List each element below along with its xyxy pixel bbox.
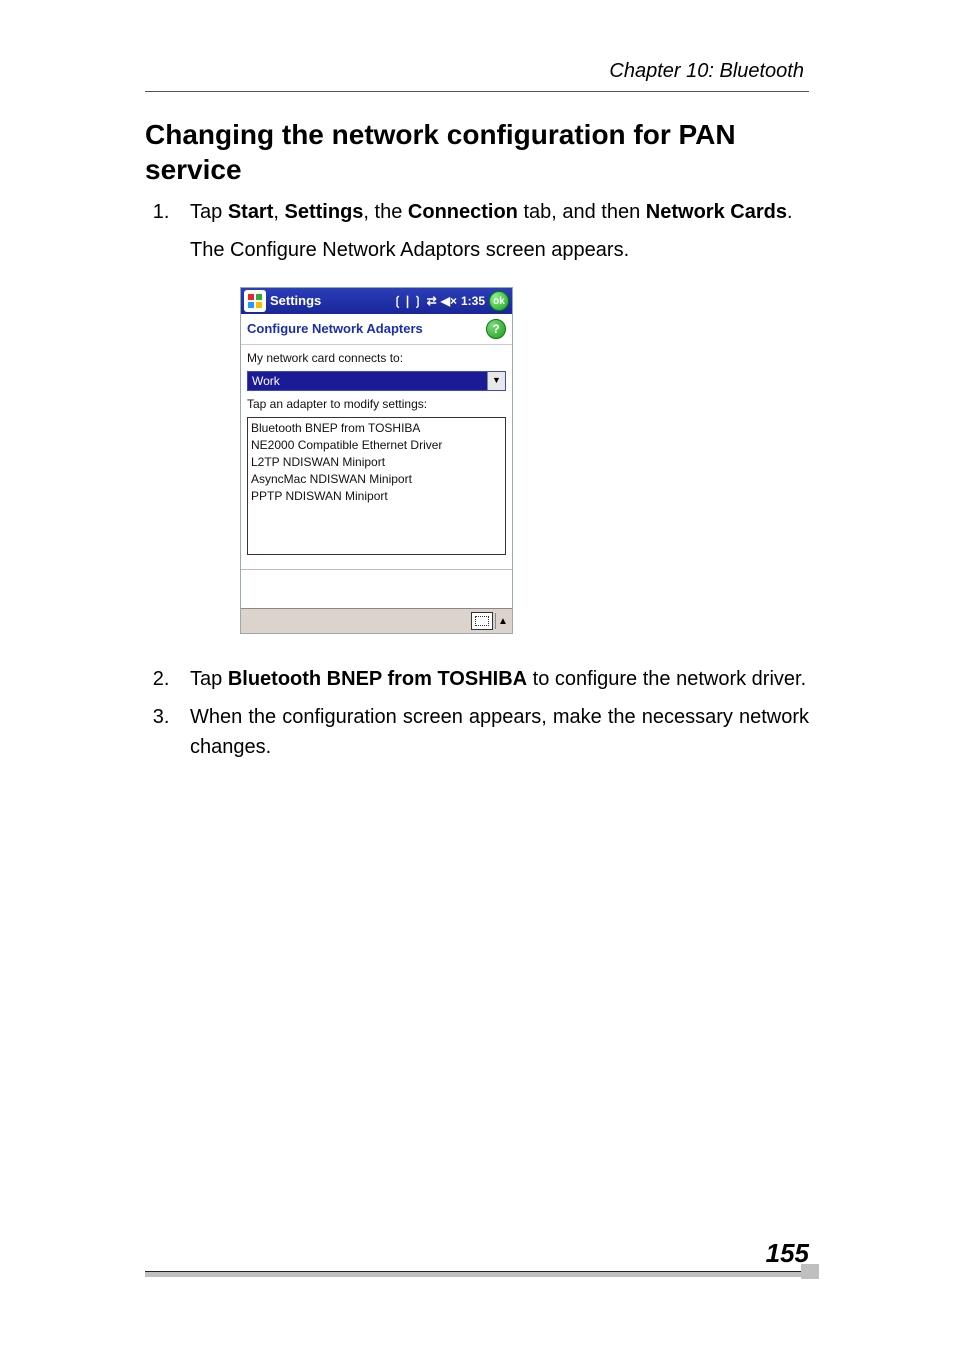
pda-subbar: Configure Network Adapters ? bbox=[241, 314, 512, 345]
up-arrow-icon[interactable]: ▲ bbox=[495, 613, 510, 629]
section-title: Changing the network configuration for P… bbox=[145, 117, 809, 187]
speaker-icon: ◀× bbox=[441, 292, 457, 310]
tap-adapter-label: Tap an adapter to modify settings: bbox=[247, 395, 506, 413]
step-1-sub: The Configure Network Adaptors screen ap… bbox=[190, 235, 809, 265]
pda-title: Settings bbox=[270, 291, 321, 311]
list-item[interactable]: PPTP NDISWAN Miniport bbox=[251, 488, 502, 505]
subbar-title: Configure Network Adapters bbox=[247, 319, 423, 339]
step-3-text: When the configuration screen appears, m… bbox=[190, 706, 809, 758]
connects-to-label: My network card connects to: bbox=[247, 349, 506, 367]
step-1-text: Tap Start, Settings, the Connection tab,… bbox=[190, 201, 793, 223]
chapter-header: Chapter 10: Bluetooth bbox=[145, 60, 809, 83]
list-item[interactable]: AsyncMac NDISWAN Miniport bbox=[251, 471, 502, 488]
step-3: When the configuration screen appears, m… bbox=[175, 702, 809, 762]
step-2-text: Tap Bluetooth BNEP from TOSHIBA to confi… bbox=[190, 668, 806, 690]
pda-bottombar: ▲ bbox=[241, 608, 512, 633]
clock-time: 1:35 bbox=[461, 292, 485, 310]
header-rule bbox=[145, 91, 809, 92]
list-item[interactable]: Bluetooth BNEP from TOSHIBA bbox=[251, 420, 502, 437]
page-number: 155 bbox=[145, 1238, 809, 1269]
page-footer: 155 bbox=[145, 1238, 809, 1277]
sync-icon: ⇄ bbox=[427, 292, 437, 310]
network-select-value: Work bbox=[248, 372, 487, 390]
list-item[interactable]: NE2000 Compatible Ethernet Driver bbox=[251, 437, 502, 454]
adapter-list[interactable]: Bluetooth BNEP from TOSHIBANE2000 Compat… bbox=[247, 417, 506, 555]
footer-decoration bbox=[801, 1264, 819, 1279]
step-1: Tap Start, Settings, the Connection tab,… bbox=[175, 197, 809, 634]
dropdown-arrow-icon[interactable]: ▼ bbox=[487, 372, 505, 390]
ok-button[interactable]: ok bbox=[489, 291, 509, 311]
step-2: Tap Bluetooth BNEP from TOSHIBA to confi… bbox=[175, 664, 809, 694]
footer-rule bbox=[145, 1271, 809, 1277]
list-item[interactable]: L2TP NDISWAN Miniport bbox=[251, 454, 502, 471]
network-select[interactable]: Work ▼ bbox=[247, 371, 506, 391]
windows-logo-icon[interactable] bbox=[244, 290, 266, 312]
signal-icon: ❲❘❳ bbox=[392, 292, 422, 310]
pda-screenshot: Settings ❲❘❳ ⇄ ◀× 1:35 ok Configure Netw… bbox=[240, 287, 513, 634]
pda-titlebar: Settings ❲❘❳ ⇄ ◀× 1:35 ok bbox=[241, 288, 512, 314]
help-icon[interactable]: ? bbox=[486, 319, 506, 339]
keyboard-icon[interactable] bbox=[471, 612, 493, 630]
